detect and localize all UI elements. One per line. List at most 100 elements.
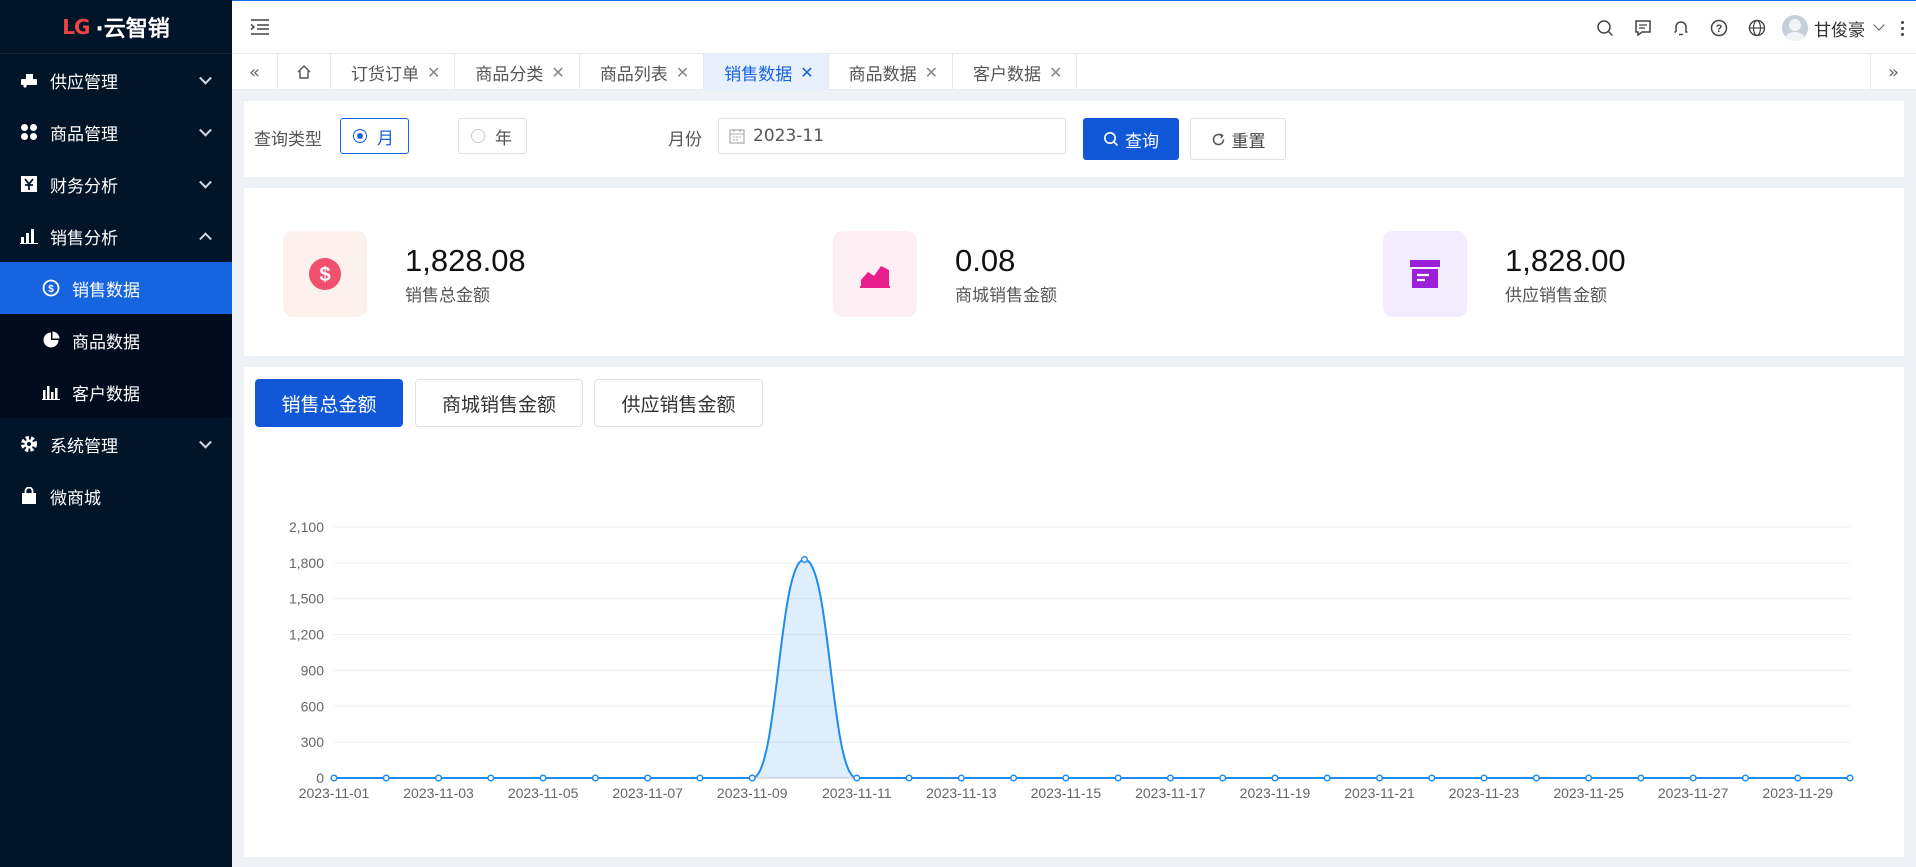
sidebar-item-sales-analysis[interactable]: 销售分析: [0, 210, 232, 262]
tabs-scroll-left-icon[interactable]: «: [232, 54, 278, 90]
sidebar-item-customer-data[interactable]: 客户数据: [0, 366, 232, 418]
sidebar-item-microshop[interactable]: 微商城: [0, 470, 232, 522]
more-vertical-icon[interactable]: [1893, 20, 1916, 36]
tabs-scroll-right-icon[interactable]: »: [1870, 54, 1916, 90]
sidebar-item-label: 销售数据: [72, 280, 140, 301]
x-tick-label: 2023-11-05: [508, 785, 579, 801]
close-icon[interactable]: ✕: [925, 63, 938, 82]
tab-product-data[interactable]: 商品数据 ✕: [829, 54, 954, 90]
data-point: [382, 774, 390, 782]
pie-icon: [42, 331, 60, 349]
month-label: 月份: [668, 130, 702, 150]
radio-label: 月: [377, 128, 394, 149]
reset-button-label: 重置: [1231, 131, 1266, 152]
y-tick-label: 1,800: [289, 555, 324, 571]
chevron-down-icon: [199, 123, 212, 137]
globe-icon[interactable]: [1738, 9, 1776, 47]
sidebar-item-product-data[interactable]: 商品数据: [0, 314, 232, 366]
sidebar-item-label: 销售分析: [50, 228, 118, 249]
radio-year[interactable]: 年: [458, 118, 527, 154]
sidebar-item-label: 商品管理: [50, 124, 118, 145]
tab-category[interactable]: 商品分类 ✕: [455, 54, 580, 90]
y-tick-label: 1,200: [289, 627, 324, 643]
chart-panel: 销售总金额 商城销售金额 供应销售金额 0 300 600 900 1,200 1,500…: [244, 367, 1904, 857]
data-point: [1741, 774, 1749, 782]
query-panel: 查询类型 月 年 月份 2023-11 查询 重置: [244, 101, 1904, 177]
month-picker[interactable]: 2023-11: [718, 118, 1066, 154]
series-area: [334, 559, 1850, 778]
bell-icon[interactable]: [1662, 9, 1700, 47]
calendar-icon: [729, 129, 745, 144]
tab-label: 订货订单: [351, 64, 419, 85]
tab-order[interactable]: 订货订单 ✕: [331, 54, 456, 90]
radio-month[interactable]: 月: [340, 118, 409, 154]
tab-label: 商品数据: [848, 64, 917, 85]
tab-home[interactable]: [278, 54, 331, 90]
close-icon[interactable]: ✕: [427, 63, 440, 82]
x-tick-label: 2023-11-07: [612, 785, 683, 801]
data-point: [1794, 774, 1802, 782]
help-icon[interactable]: ?: [1700, 9, 1738, 47]
close-icon[interactable]: ✕: [551, 63, 564, 82]
menu-toggle-icon[interactable]: [250, 19, 270, 35]
stat-value: 1,828.00: [1505, 242, 1626, 278]
data-point: [1271, 774, 1279, 782]
data-point: [1480, 774, 1488, 782]
home-icon: [297, 65, 311, 79]
tab-product-list[interactable]: 商品列表 ✕: [580, 54, 705, 90]
sidebar-item-supply[interactable]: 供应管理: [0, 54, 232, 106]
search-button[interactable]: 查询: [1083, 118, 1179, 160]
chevron-down-icon: [1873, 19, 1885, 31]
area-chart-icon: [833, 231, 917, 317]
x-tick-label: 2023-11-17: [1135, 785, 1206, 801]
user-menu[interactable]: 甘俊豪: [1782, 15, 1885, 41]
data-point: [487, 774, 495, 782]
x-tick-label: 2023-11-27: [1658, 785, 1729, 801]
query-type-label: 查询类型: [254, 130, 322, 150]
chevron-down-icon: [199, 71, 212, 85]
data-point: [1219, 774, 1227, 782]
close-icon[interactable]: ✕: [1049, 63, 1062, 82]
sidebar-item-products[interactable]: 商品管理: [0, 106, 232, 158]
avatar: [1782, 15, 1808, 41]
archive-box-icon: [1383, 231, 1467, 317]
search-icon[interactable]: [1586, 9, 1624, 47]
data-point: [905, 774, 913, 782]
dollar-coin-icon: $: [283, 231, 367, 317]
x-tick-label: 2023-11-29: [1762, 785, 1833, 801]
stat-value: 1,828.08: [405, 242, 526, 278]
stats-panel: $ 1,828.08 销售总金额 0.08 商城销售金额 1,828.00 供应…: [244, 188, 1904, 356]
message-icon[interactable]: [1624, 9, 1662, 47]
data-point: [1166, 774, 1174, 782]
data-point: [1637, 774, 1645, 782]
app-logo[interactable]: LG ·云智销: [0, 0, 232, 54]
radio-dot: [471, 129, 485, 143]
tab-sales-data[interactable]: 销售数据 ✕: [704, 54, 829, 90]
sidebar-item-finance[interactable]: 财务分析: [0, 158, 232, 210]
x-tick-label: 2023-11-09: [717, 785, 788, 801]
sidebar-item-sales-data[interactable]: $ 销售数据: [0, 262, 232, 314]
x-tick-label: 2023-11-01: [299, 785, 370, 801]
data-point: [435, 774, 443, 782]
tab-customer-data[interactable]: 客户数据 ✕: [953, 54, 1078, 90]
search-button-label: 查询: [1125, 131, 1159, 152]
y-tick-label: 300: [301, 734, 325, 750]
tab-label: 商品分类: [475, 64, 544, 85]
bar-chart-icon: [20, 227, 38, 245]
top-header: ? 甘俊豪: [232, 0, 1916, 54]
chevron-up-icon: [199, 232, 212, 246]
sales-line-chart: 0 300 600 900 1,200 1,500 1,800 2,100 2023-11-01…: [289, 519, 1854, 801]
search-icon: [1104, 132, 1119, 147]
x-tick-label: 2023-11-13: [926, 785, 997, 801]
close-icon[interactable]: ✕: [800, 63, 813, 82]
stat-value: 0.08: [955, 242, 1016, 278]
x-tick-label: 2023-11-21: [1344, 785, 1415, 801]
sidebar-item-label: 供应管理: [50, 72, 118, 93]
svg-text:$: $: [48, 284, 54, 295]
stat-label: 销售总金额: [405, 285, 490, 306]
reset-button[interactable]: 重置: [1190, 118, 1286, 160]
sidebar: LG ·云智销 供应管理 商品管理 财务分析 销售分析 $ 销售数据 商品数据 …: [0, 0, 232, 867]
data-point: [539, 774, 547, 782]
sidebar-item-system[interactable]: 系统管理: [0, 418, 232, 470]
close-icon[interactable]: ✕: [676, 63, 689, 82]
